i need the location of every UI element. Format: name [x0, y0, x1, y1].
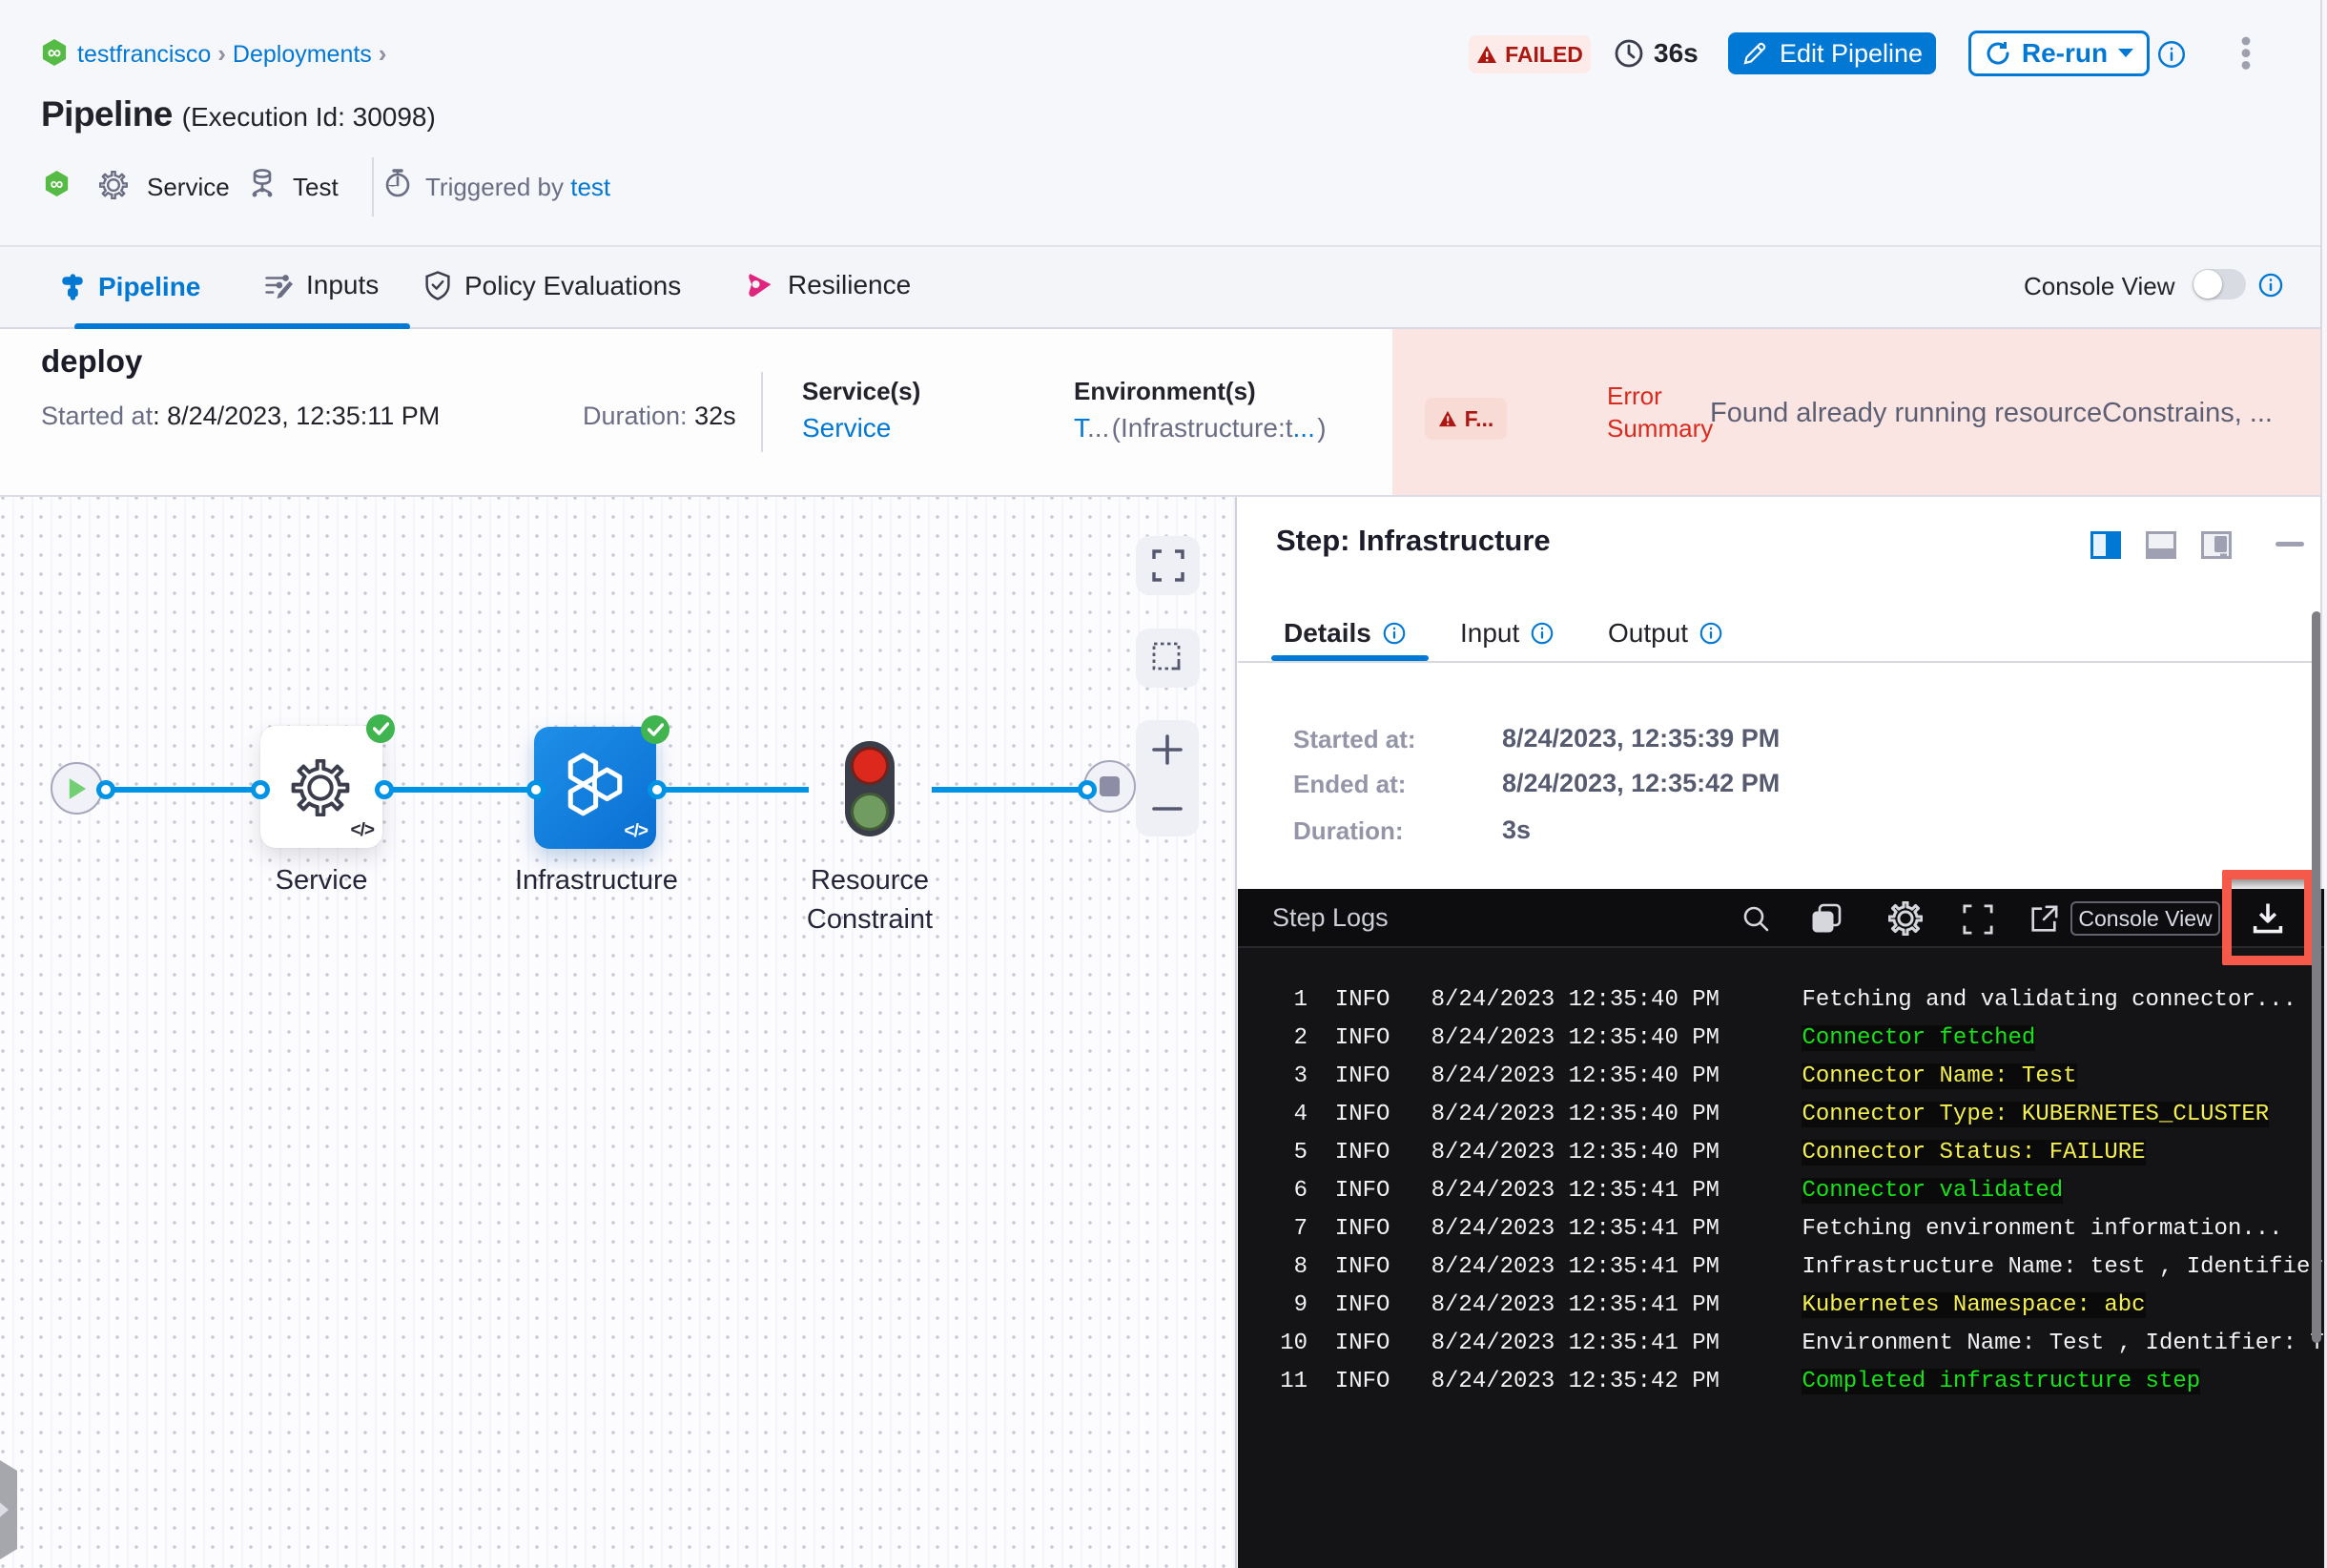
svg-text:∞: ∞: [48, 43, 61, 64]
svg-text:∞: ∞: [51, 175, 64, 195]
